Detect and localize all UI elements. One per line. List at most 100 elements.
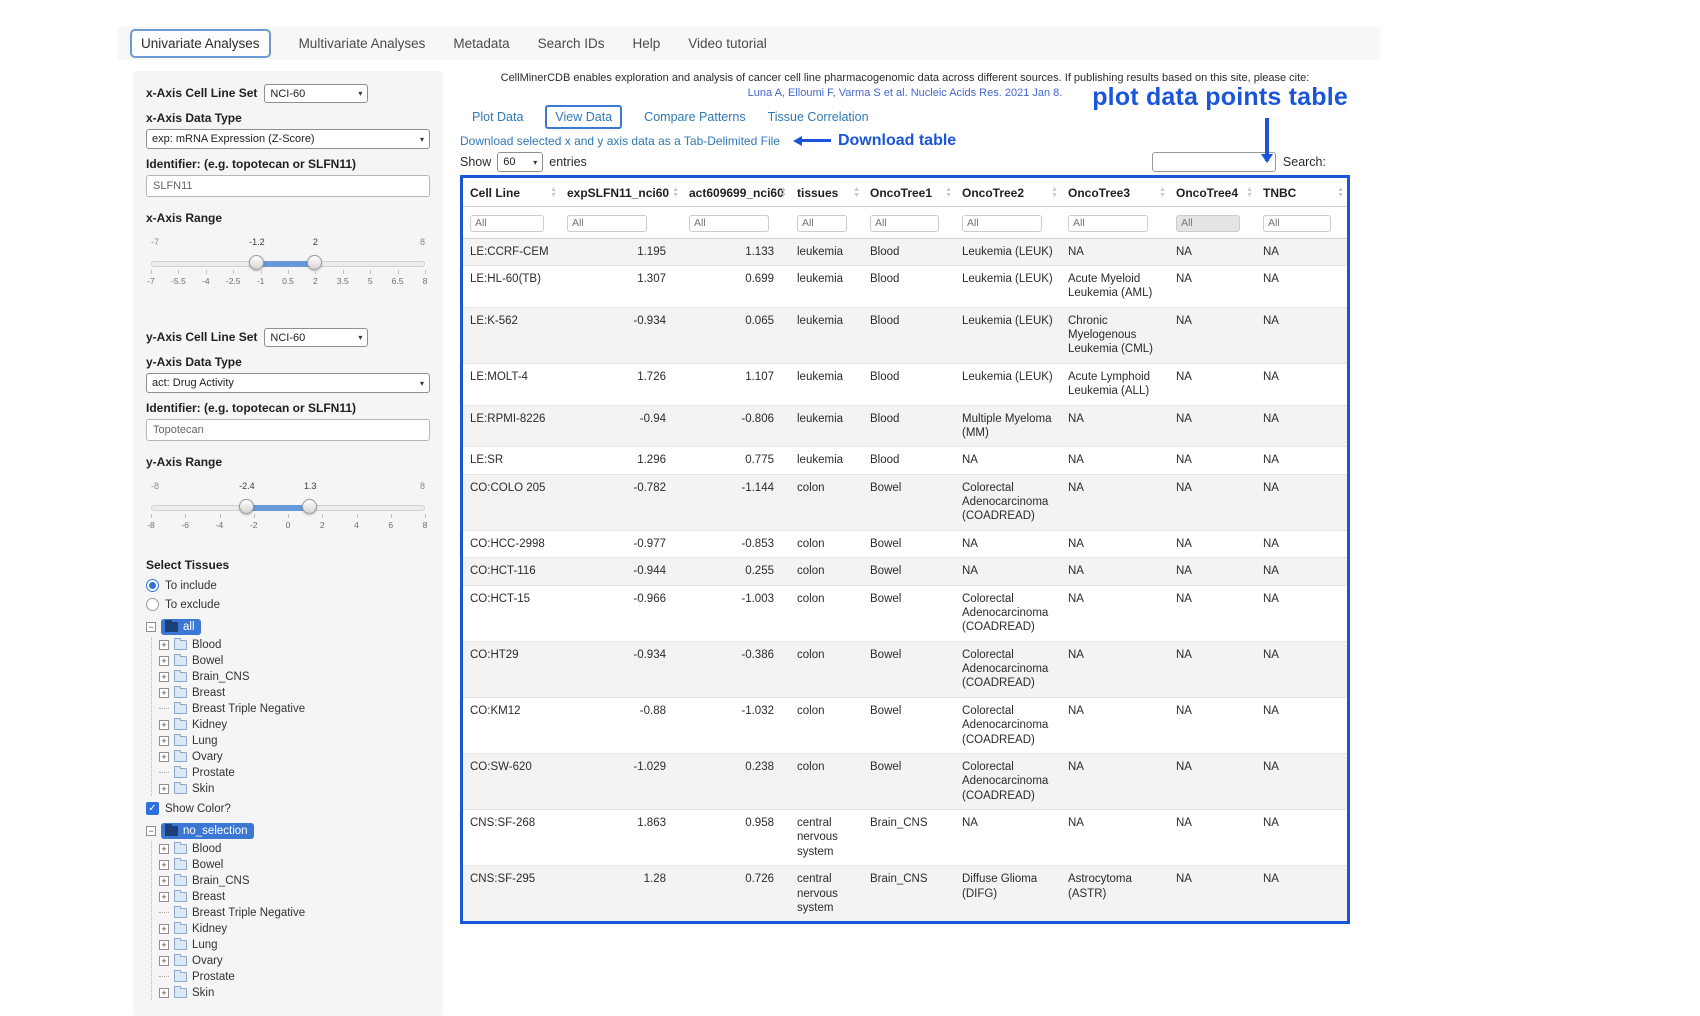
expand-plus-icon[interactable]: +: [159, 752, 169, 762]
exclude-tree-item-prostate[interactable]: Prostate: [159, 969, 430, 984]
exclude-tree-item-bowel[interactable]: +Bowel: [159, 857, 430, 872]
expand-plus-icon[interactable]: +: [159, 940, 169, 950]
filter-input-oncotree2[interactable]: [962, 215, 1042, 232]
include-tree-item-breast[interactable]: +Breast: [159, 685, 430, 700]
y-axis-range-slider[interactable]: -2.41.3-88-8-6-4-202468: [151, 494, 425, 538]
filter-input-cell-line[interactable]: [470, 215, 544, 232]
column-header-oncotree3[interactable]: OncoTree3: [1061, 178, 1169, 207]
filter-input-tissues[interactable]: [797, 215, 847, 232]
expand-plus-icon[interactable]: +: [159, 672, 169, 682]
tab-plot-data[interactable]: Plot Data: [472, 110, 523, 124]
exclude-tree-item-skin[interactable]: +Skin: [159, 985, 430, 1000]
filter-input-oncotree4[interactable]: [1176, 215, 1240, 232]
tab-view-data[interactable]: View Data: [545, 105, 622, 129]
x-axis-data-type-select[interactable]: exp: mRNA Expression (Z-Score) ▾: [146, 129, 430, 149]
expand-plus-icon[interactable]: +: [159, 860, 169, 870]
expand-plus-icon[interactable]: +: [159, 640, 169, 650]
expand-plus-icon[interactable]: +: [159, 784, 169, 794]
x-axis-range-slider-high-handle[interactable]: [307, 255, 322, 270]
include-tree-item-ovary[interactable]: +Ovary: [159, 749, 430, 764]
x-axis-range-slider[interactable]: -1.22-78-7-5.5-4-2.5-10.523.556.58: [151, 250, 425, 294]
include-tree-item-blood[interactable]: +Blood: [159, 637, 430, 652]
include-tree-collapse-icon[interactable]: −: [146, 622, 156, 632]
tab-tissue-correlation[interactable]: Tissue Correlation: [768, 110, 869, 124]
tab-compare-patterns[interactable]: Compare Patterns: [644, 110, 745, 124]
include-tree-item-prostate[interactable]: Prostate: [159, 765, 430, 780]
column-header-oncotree2[interactable]: OncoTree2: [955, 178, 1061, 207]
expand-plus-icon[interactable]: +: [159, 688, 169, 698]
sort-icon[interactable]: [1159, 187, 1166, 199]
exclude-tree-item-brain-cns[interactable]: +Brain_CNS: [159, 873, 430, 888]
download-tab-delimited-link[interactable]: Download selected x and y axis data as a…: [460, 134, 780, 148]
exclude-tree-item-lung[interactable]: +Lung: [159, 937, 430, 952]
filter-input-tnbc[interactable]: [1263, 215, 1331, 232]
show-color-option[interactable]: ✓ Show Color?: [146, 802, 430, 815]
sort-icon[interactable]: [550, 187, 557, 199]
sort-icon[interactable]: [945, 187, 952, 199]
sort-icon[interactable]: [853, 187, 860, 199]
exclude-tree-item-ovary[interactable]: +Ovary: [159, 953, 430, 968]
include-tree-item-skin[interactable]: +Skin: [159, 781, 430, 796]
y-axis-data-type-select[interactable]: act: Drug Activity ▾: [146, 373, 430, 393]
expand-plus-icon[interactable]: +: [159, 924, 169, 934]
entries-per-page-select[interactable]: 60 ▾: [497, 152, 543, 172]
include-tree-root-node[interactable]: all: [161, 619, 201, 635]
column-header-cell-line[interactable]: Cell Line: [463, 178, 560, 207]
y-axis-range-slider-high-handle[interactable]: [302, 499, 317, 514]
filter-input-act609699-nci60[interactable]: [689, 215, 769, 232]
column-header-oncotree4[interactable]: OncoTree4: [1169, 178, 1256, 207]
expand-plus-icon[interactable]: +: [159, 844, 169, 854]
nav-item-multivariate-analyses[interactable]: Multivariate Analyses: [299, 36, 426, 51]
include-tree-item-breast-triple-negative[interactable]: Breast Triple Negative: [159, 701, 430, 716]
tissue-include-option[interactable]: To include: [146, 579, 430, 592]
exclude-tree-item-breast[interactable]: +Breast: [159, 889, 430, 904]
column-header-oncotree1[interactable]: OncoTree1: [863, 178, 955, 207]
sort-icon[interactable]: [780, 187, 787, 199]
exclude-tree-root-row[interactable]: −no_selection: [146, 822, 430, 840]
filter-input-expslfn11-nci60[interactable]: [567, 215, 647, 232]
nav-item-video-tutorial[interactable]: Video tutorial: [688, 36, 767, 51]
filter-input-oncotree1[interactable]: [870, 215, 939, 232]
radio-unselected-icon[interactable]: [146, 598, 159, 611]
expand-plus-icon[interactable]: +: [159, 876, 169, 886]
nav-item-metadata[interactable]: Metadata: [453, 36, 509, 51]
expand-plus-icon[interactable]: +: [159, 736, 169, 746]
exclude-tree-item-breast-triple-negative[interactable]: Breast Triple Negative: [159, 905, 430, 920]
expand-plus-icon[interactable]: +: [159, 892, 169, 902]
sort-icon[interactable]: [672, 187, 679, 199]
nav-item-help[interactable]: Help: [632, 36, 660, 51]
nav-item-search-ids[interactable]: Search IDs: [538, 36, 605, 51]
include-tree-item-bowel[interactable]: +Bowel: [159, 653, 430, 668]
y-axis-identifier-input[interactable]: [146, 419, 430, 441]
sort-icon[interactable]: [1337, 187, 1344, 199]
column-header-act609699-nci60[interactable]: act609699_nci60: [682, 178, 790, 207]
search-input[interactable]: [1152, 152, 1276, 172]
y-axis-cell-line-set-select[interactable]: NCI-60 ▾: [264, 328, 368, 347]
filter-input-oncotree3[interactable]: [1068, 215, 1148, 232]
include-tree-root-row[interactable]: −all: [146, 618, 430, 636]
expand-plus-icon[interactable]: +: [159, 956, 169, 966]
x-axis-range-slider-low-handle[interactable]: [249, 255, 264, 270]
column-header-tnbc[interactable]: TNBC: [1256, 178, 1347, 207]
x-axis-cell-line-set-select[interactable]: NCI-60 ▾: [264, 84, 368, 103]
expand-plus-icon[interactable]: +: [159, 988, 169, 998]
exclude-tree-item-blood[interactable]: +Blood: [159, 841, 430, 856]
y-axis-range-slider-low-handle[interactable]: [239, 499, 254, 514]
expand-plus-icon[interactable]: +: [159, 720, 169, 730]
include-tree-item-brain-cns[interactable]: +Brain_CNS: [159, 669, 430, 684]
exclude-tree-root-node[interactable]: no_selection: [161, 823, 254, 839]
tissue-exclude-option[interactable]: To exclude: [146, 598, 430, 611]
x-axis-identifier-input[interactable]: [146, 175, 430, 197]
checkbox-checked-icon[interactable]: ✓: [146, 802, 159, 815]
sort-icon[interactable]: [1246, 187, 1253, 199]
nav-item-univariate-analyses[interactable]: Univariate Analyses: [130, 29, 271, 58]
expand-plus-icon[interactable]: +: [159, 656, 169, 666]
radio-selected-icon[interactable]: [146, 579, 159, 592]
include-tree-item-lung[interactable]: +Lung: [159, 733, 430, 748]
column-header-tissues[interactable]: tissues: [790, 178, 863, 207]
exclude-tree-collapse-icon[interactable]: −: [146, 826, 156, 836]
include-tree-item-kidney[interactable]: +Kidney: [159, 717, 430, 732]
column-header-expslfn11-nci60[interactable]: expSLFN11_nci60: [560, 178, 682, 207]
exclude-tree-item-kidney[interactable]: +Kidney: [159, 921, 430, 936]
sort-icon[interactable]: [1051, 187, 1058, 199]
